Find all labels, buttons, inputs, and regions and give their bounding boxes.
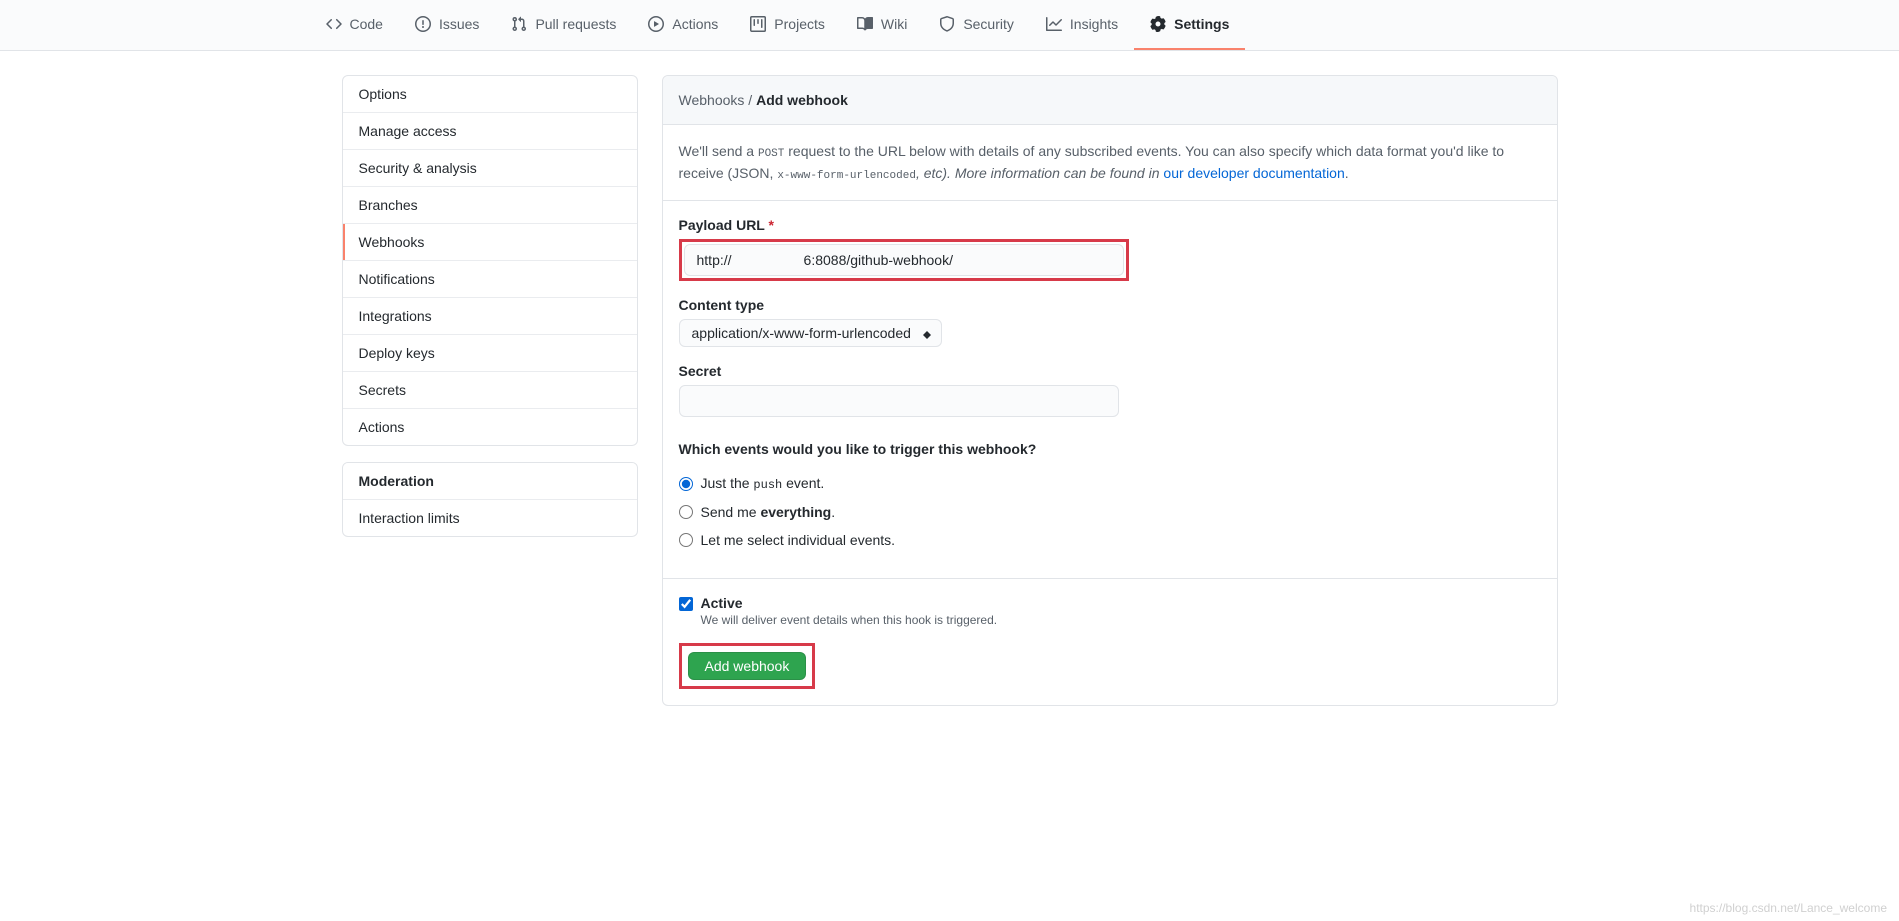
event-individual[interactable]: Let me select individual events. — [679, 526, 1541, 554]
webhook-info: We'll send a POST request to the URL bel… — [663, 125, 1557, 201]
sidebar-item-actions[interactable]: Actions — [343, 409, 637, 445]
active-note: We will deliver event details when this … — [701, 613, 1541, 627]
nav-tab-label: Pull requests — [535, 16, 616, 32]
payload-url-label: Payload URL * — [679, 217, 1541, 233]
nav-tab-label: Security — [963, 16, 1014, 32]
redacted-host — [732, 256, 804, 266]
sidebar-item-security-analysis[interactable]: Security & analysis — [343, 150, 637, 187]
settings-sidebar: Options Manage access Security & analysi… — [342, 75, 638, 706]
sidebar-item-branches[interactable]: Branches — [343, 187, 637, 224]
payload-url-input[interactable]: http://6:8088/github-webhook/ — [684, 244, 1124, 276]
event-everything-radio[interactable] — [679, 505, 693, 519]
breadcrumb-parent[interactable]: Webhooks — [679, 92, 745, 108]
nav-tab-wiki[interactable]: Wiki — [841, 0, 923, 50]
nav-tab-label: Settings — [1174, 16, 1229, 32]
nav-tab-label: Projects — [774, 16, 825, 32]
nav-tab-label: Code — [350, 16, 383, 32]
sidebar-item-notifications[interactable]: Notifications — [343, 261, 637, 298]
developer-docs-link[interactable]: our developer documentation — [1163, 165, 1344, 181]
add-webhook-button[interactable]: Add webhook — [688, 652, 807, 680]
code-icon — [326, 16, 342, 32]
sidebar-group-moderation: Moderation — [343, 463, 637, 500]
shield-icon — [939, 16, 955, 32]
nav-tab-label: Wiki — [881, 16, 907, 32]
secret-input[interactable] — [679, 385, 1119, 417]
gear-icon — [1150, 16, 1166, 32]
sidebar-item-interaction-limits[interactable]: Interaction limits — [343, 500, 637, 536]
sidebar-item-manage-access[interactable]: Manage access — [343, 113, 637, 150]
play-icon — [648, 16, 664, 32]
nav-tab-actions[interactable]: Actions — [632, 0, 734, 50]
repo-nav: Code Issues Pull requests Actions Projec… — [0, 0, 1899, 51]
book-icon — [857, 16, 873, 32]
nav-tab-code[interactable]: Code — [310, 0, 399, 50]
nav-tab-issues[interactable]: Issues — [399, 0, 495, 50]
submit-highlight: Add webhook — [679, 643, 816, 689]
nav-tab-label: Actions — [672, 16, 718, 32]
sidebar-item-integrations[interactable]: Integrations — [343, 298, 637, 335]
nav-tab-label: Insights — [1070, 16, 1118, 32]
git-pull-request-icon — [511, 16, 527, 32]
project-icon — [750, 16, 766, 32]
nav-tab-pull-requests[interactable]: Pull requests — [495, 0, 632, 50]
payload-url-highlight: http://6:8088/github-webhook/ — [679, 239, 1129, 281]
nav-tab-settings[interactable]: Settings — [1134, 0, 1245, 50]
sidebar-item-options[interactable]: Options — [343, 76, 637, 113]
active-label: Active — [701, 595, 743, 611]
event-just-push[interactable]: Just the push event. — [679, 469, 1541, 498]
graph-icon — [1046, 16, 1062, 32]
event-just-push-radio[interactable] — [679, 477, 693, 491]
breadcrumb: Webhooks / Add webhook — [663, 76, 1557, 125]
sidebar-item-deploy-keys[interactable]: Deploy keys — [343, 335, 637, 372]
breadcrumb-current: Add webhook — [756, 92, 848, 108]
event-individual-radio[interactable] — [679, 533, 693, 547]
nav-tab-label: Issues — [439, 16, 479, 32]
sidebar-item-webhooks[interactable]: Webhooks — [343, 224, 637, 261]
sidebar-item-secrets[interactable]: Secrets — [343, 372, 637, 409]
event-everything[interactable]: Send me everything. — [679, 498, 1541, 526]
watermark: https://blog.csdn.net/Lance_welcome — [1690, 901, 1887, 915]
active-checkbox[interactable] — [679, 597, 693, 611]
nav-tab-projects[interactable]: Projects — [734, 0, 841, 50]
secret-label: Secret — [679, 363, 1541, 379]
events-heading: Which events would you like to trigger t… — [679, 441, 1541, 457]
issue-opened-icon — [415, 16, 431, 32]
content-type-select[interactable]: application/x-www-form-urlencoded — [679, 319, 942, 347]
content-type-label: Content type — [679, 297, 1541, 313]
nav-tab-security[interactable]: Security — [923, 0, 1030, 50]
nav-tab-insights[interactable]: Insights — [1030, 0, 1134, 50]
webhook-form-box: Webhooks / Add webhook We'll send a POST… — [662, 75, 1558, 706]
